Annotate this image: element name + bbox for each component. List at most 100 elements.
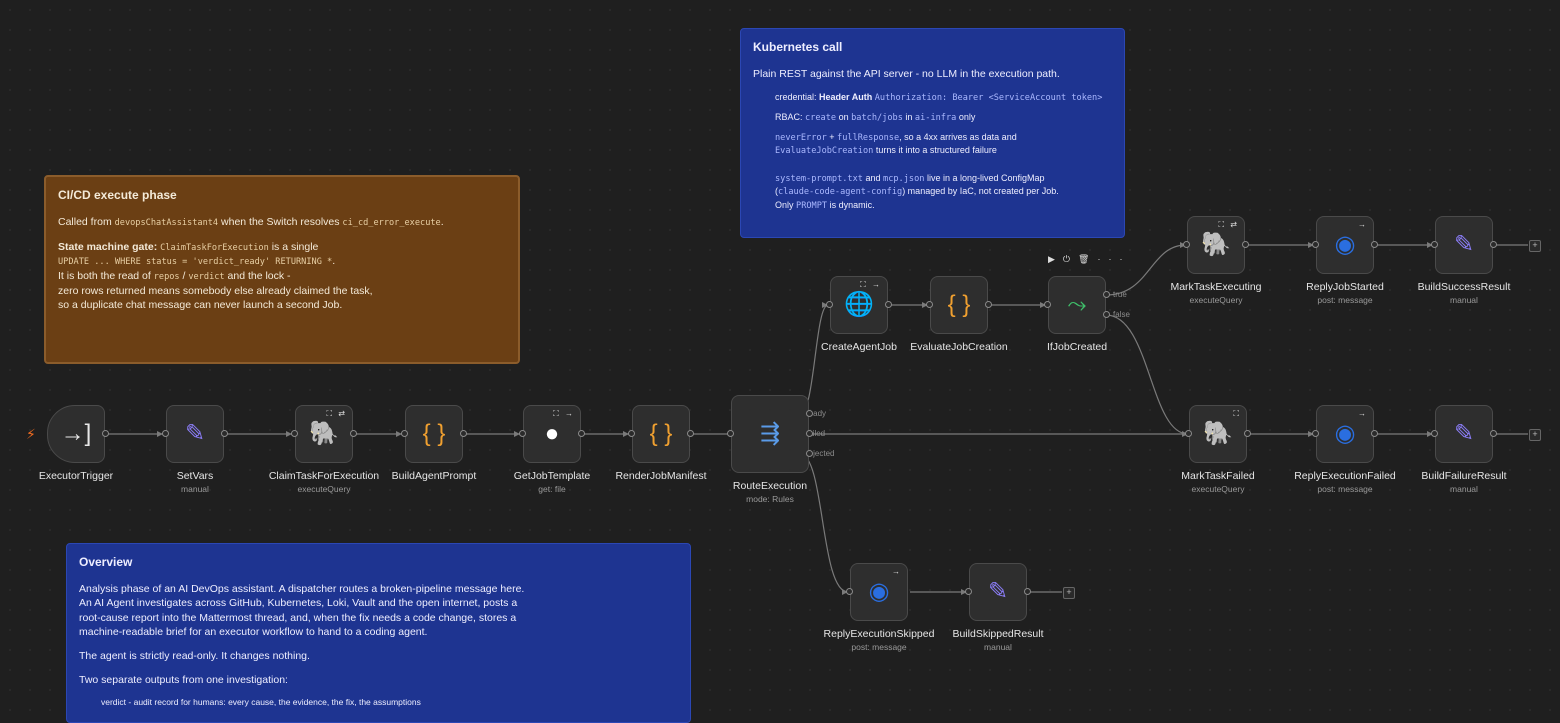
output-handle[interactable] bbox=[687, 430, 694, 437]
node-reply-execution-failed[interactable]: ◉ → bbox=[1316, 405, 1374, 463]
mattermost-icon: ◉ bbox=[868, 578, 890, 605]
note-title: CI/CD execute phase bbox=[58, 188, 177, 202]
node-label: BuildSuccessResult bbox=[1417, 281, 1511, 293]
if-branch-icon: ⤳ bbox=[1067, 291, 1087, 318]
node-if-job-created[interactable]: ⤳ bbox=[1048, 276, 1106, 334]
node-claim-task[interactable]: 🐘 ⛶ ⇄ bbox=[295, 405, 353, 463]
sticky-note-kubernetes-call[interactable]: Kubernetes call Plain REST against the A… bbox=[740, 28, 1125, 238]
node-build-failure-result[interactable]: ✎ bbox=[1435, 405, 1493, 463]
input-handle[interactable] bbox=[1431, 430, 1438, 437]
output-handle[interactable] bbox=[221, 430, 228, 437]
output-handle[interactable] bbox=[806, 450, 813, 457]
postgres-icon: 🐘 bbox=[309, 420, 339, 447]
output-handle[interactable] bbox=[1244, 430, 1251, 437]
note-text: Called from devopsChatAssistant4 when th… bbox=[58, 216, 444, 229]
node-subtitle: executeQuery bbox=[297, 484, 351, 494]
sticky-note-cicd-execute-phase[interactable]: CI/CD execute phase Called from devopsCh… bbox=[44, 175, 520, 364]
output-handle[interactable] bbox=[350, 430, 357, 437]
node-status-badge-icon: ⛶ ⇄ bbox=[326, 409, 347, 418]
node-route-execution[interactable]: ⇶ bbox=[731, 395, 809, 473]
input-handle[interactable] bbox=[1044, 301, 1051, 308]
output-handle[interactable] bbox=[1103, 311, 1110, 318]
output-handle[interactable] bbox=[885, 301, 892, 308]
output-handle[interactable] bbox=[1371, 241, 1378, 248]
input-handle[interactable] bbox=[1185, 430, 1192, 437]
input-handle[interactable] bbox=[291, 430, 298, 437]
edit-icon: ✎ bbox=[1453, 420, 1475, 447]
note-title: Overview bbox=[79, 555, 133, 569]
note-text: so a duplicate chat message can never la… bbox=[58, 298, 343, 311]
output-label-true: true bbox=[1113, 290, 1127, 299]
code-braces-icon: { } bbox=[649, 420, 673, 447]
delete-icon[interactable]: 🗑 bbox=[1078, 254, 1097, 264]
globe-icon: 🌐 bbox=[844, 291, 874, 318]
node-get-job-template[interactable]: ● ⛶ → bbox=[523, 405, 581, 463]
mattermost-icon: ◉ bbox=[1334, 420, 1356, 447]
output-handle[interactable] bbox=[985, 301, 992, 308]
code-braces-icon: { } bbox=[947, 291, 971, 318]
input-handle[interactable] bbox=[926, 301, 933, 308]
node-status-badge-icon: → bbox=[1358, 220, 1368, 229]
input-handle[interactable] bbox=[826, 301, 833, 308]
input-handle[interactable] bbox=[519, 430, 526, 437]
note-list-item: system-prompt.txt and mcp.json live in a… bbox=[775, 172, 1059, 211]
output-handle[interactable] bbox=[460, 430, 467, 437]
node-set-vars[interactable]: ✎ bbox=[166, 405, 224, 463]
output-handle[interactable] bbox=[102, 430, 109, 437]
note-text: Analysis phase of an AI DevOps assistant… bbox=[79, 583, 525, 638]
node-executor-trigger[interactable]: →] bbox=[47, 405, 105, 463]
note-list-item: credential: Header Auth Authorization: B… bbox=[775, 92, 1103, 104]
input-handle[interactable] bbox=[162, 430, 169, 437]
add-node-button[interactable]: + bbox=[1529, 240, 1541, 252]
note-list-item: verdict - audit record for humans: every… bbox=[101, 697, 421, 708]
input-handle[interactable] bbox=[401, 430, 408, 437]
input-handle[interactable] bbox=[1431, 241, 1438, 248]
node-build-agent-prompt[interactable]: { } bbox=[405, 405, 463, 463]
node-create-agent-job[interactable]: 🌐 ⛶ → bbox=[830, 276, 888, 334]
node-mark-task-failed[interactable]: 🐘 ⛶ bbox=[1189, 405, 1247, 463]
input-handle[interactable] bbox=[846, 588, 853, 595]
input-handle[interactable] bbox=[965, 588, 972, 595]
output-label-false: false bbox=[1113, 310, 1130, 319]
node-evaluate-job-creation[interactable]: { } bbox=[930, 276, 988, 334]
node-render-job-manifest[interactable]: { } bbox=[632, 405, 690, 463]
output-handle[interactable] bbox=[1490, 241, 1497, 248]
input-handle[interactable] bbox=[1183, 241, 1190, 248]
input-handle[interactable] bbox=[1312, 241, 1319, 248]
input-handle[interactable] bbox=[628, 430, 635, 437]
output-handle[interactable] bbox=[1024, 588, 1031, 595]
note-text: Two separate outputs from one investigat… bbox=[79, 674, 288, 687]
power-icon[interactable]: ⏻ bbox=[1063, 254, 1078, 264]
add-node-button[interactable]: + bbox=[1063, 587, 1075, 599]
node-build-skipped-result[interactable]: ✎ bbox=[969, 563, 1027, 621]
note-title: Kubernetes call bbox=[753, 40, 843, 54]
edge bbox=[1105, 314, 1189, 435]
node-build-success-result[interactable]: ✎ bbox=[1435, 216, 1493, 274]
output-handle[interactable] bbox=[1103, 291, 1110, 298]
trigger-bolt-icon: ⚡ bbox=[26, 426, 36, 442]
note-text: State machine gate: ClaimTaskForExecutio… bbox=[58, 240, 319, 253]
play-icon[interactable]: ▶ bbox=[1048, 254, 1063, 264]
input-handle[interactable] bbox=[1312, 430, 1319, 437]
output-handle[interactable] bbox=[1242, 241, 1249, 248]
node-reply-execution-skipped[interactable]: ◉ → bbox=[850, 563, 908, 621]
node-subtitle: manual bbox=[984, 642, 1012, 652]
output-handle[interactable] bbox=[578, 430, 585, 437]
add-node-button[interactable]: + bbox=[1529, 429, 1541, 441]
note-list: verdict - audit record for humans: every… bbox=[79, 697, 678, 708]
note-list-item: RBAC: create on batch/jobs in ai-infra o… bbox=[775, 111, 976, 123]
output-handle[interactable] bbox=[806, 410, 813, 417]
postgres-icon: 🐘 bbox=[1203, 420, 1233, 447]
note-text: It is both the read of repos / verdict a… bbox=[58, 269, 291, 282]
output-handle[interactable] bbox=[806, 430, 813, 437]
note-text: UPDATE ... WHERE status = 'verdict_ready… bbox=[58, 255, 336, 268]
more-icon[interactable]: ··· bbox=[1097, 254, 1130, 264]
node-reply-job-started[interactable]: ◉ → bbox=[1316, 216, 1374, 274]
input-handle[interactable] bbox=[727, 430, 734, 437]
node-label: MarkTaskExecuting bbox=[1170, 281, 1262, 293]
output-handle[interactable] bbox=[1371, 430, 1378, 437]
node-mark-task-executing[interactable]: 🐘 ⛶ ⇄ bbox=[1187, 216, 1245, 274]
sticky-note-overview[interactable]: Overview Analysis phase of an AI DevOps … bbox=[66, 543, 691, 723]
node-subtitle: mode: Rules bbox=[746, 494, 794, 504]
output-handle[interactable] bbox=[1490, 430, 1497, 437]
